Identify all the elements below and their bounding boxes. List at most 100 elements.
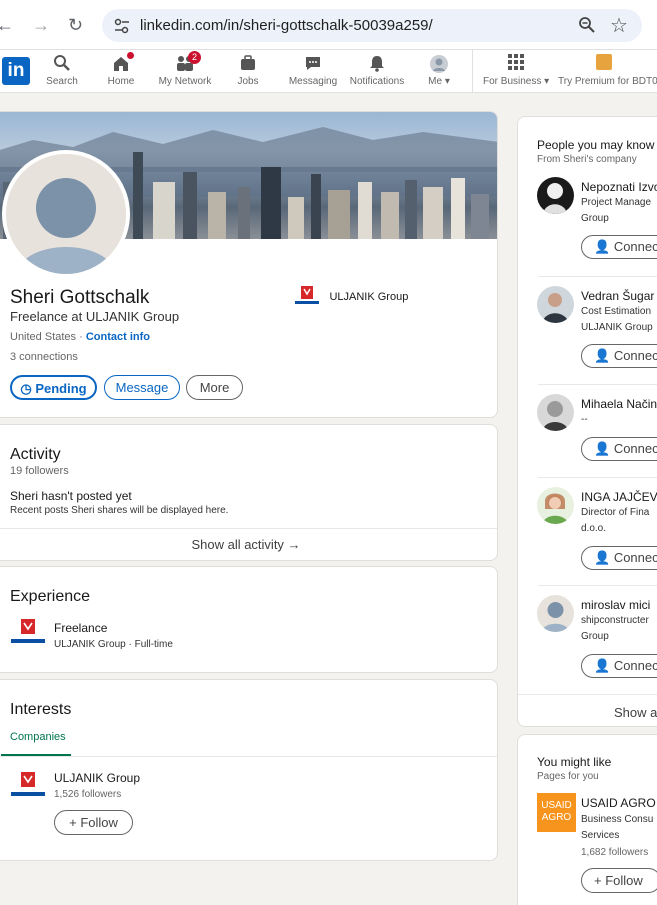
page-description: Business Consu [581,814,654,825]
might-like-subtitle: Pages for you [537,771,599,782]
separator-dot: · [79,331,83,343]
nav-me[interactable]: Me ▾ [426,54,452,87]
page-name[interactable]: USAID AGRO [581,796,657,810]
person-name[interactable]: Nepoznati Izvo [581,180,657,194]
connect-label: Connect [613,348,657,363]
person-headline: Director of Fina [581,507,650,518]
nav-search-label: Search [46,76,78,87]
page-follow-button[interactable]: + Follow [581,868,657,893]
plus-icon: + [594,873,602,888]
person-headline-2: Group [581,631,609,642]
person-name[interactable]: Vedran Šugar [581,289,657,303]
you-might-like-card: You might like Pages for you USAID AGRO … [517,734,657,905]
connect-button[interactable]: 👤 Connect [581,654,657,678]
nav-divider [472,50,473,93]
pending-button[interactable]: ◷ Pending [10,375,97,400]
interests-card: Interests Companies ULJANIK Group 1,526 … [0,679,498,861]
person-name[interactable]: Mihaela Način [581,397,657,411]
divider [538,477,657,478]
divider [0,756,497,757]
nav-my-network[interactable]: 2 My Network [158,51,212,87]
network-count-badge: 2 [188,51,201,64]
person-headline: -- [581,414,588,425]
experience-role[interactable]: Freelance [54,621,107,635]
activity-empty-subtitle: Recent posts Sheri shares will be displa… [10,505,229,516]
activity-card: Activity 19 followers Sheri hasn't poste… [0,424,498,561]
browser-toolbar: ← → ↻ linkedin.com/in/sheri-gottschalk-5… [0,0,657,50]
divider [538,585,657,586]
follow-label: Follow [80,815,118,830]
person-avatar[interactable] [537,595,574,632]
person-avatar[interactable] [537,286,574,323]
nav-notifications-label: Notifications [349,76,405,87]
nav-for-business[interactable]: For Business ▾ [483,54,549,87]
activity-empty-title: Sheri hasn't posted yet [10,489,132,503]
forward-arrow-icon[interactable]: → [32,15,50,35]
back-arrow-icon[interactable]: ← [0,15,14,35]
connect-button[interactable]: 👤 Connect [581,235,657,259]
address-bar[interactable]: linkedin.com/in/sheri-gottschalk-50039a2… [102,9,642,42]
pymk-heading: People you may know [537,138,655,152]
reload-icon[interactable]: ↻ [68,15,83,35]
connect-button[interactable]: 👤 Connect [581,437,657,461]
profile-top-card: Sheri Gottschalk Freelance at ULJANIK Gr… [0,111,498,418]
person-avatar[interactable] [537,177,574,214]
nav-home-label: Home [107,76,135,87]
person-plus-icon: 👤 [594,441,611,456]
interest-company-name[interactable]: ULJANIK Group [54,771,140,785]
person-headline: Cost Estimation [581,306,652,317]
connect-button[interactable]: 👤 Connect [581,546,657,570]
person-avatar[interactable] [537,394,574,431]
divider [0,528,497,529]
caret-down-icon: ▾ [444,76,450,87]
person-avatar[interactable] [537,487,574,524]
nav-messaging-label: Messaging [288,76,338,87]
zoom-icon[interactable] [578,16,596,34]
nav-premium[interactable]: Try Premium for BDT0 [558,54,657,87]
nav-jobs[interactable]: Jobs [236,54,260,87]
contact-info-link[interactable]: Contact info [86,331,150,343]
premium-icon [596,54,612,70]
usaid-agro-logo[interactable]: USAID AGRO [537,793,576,832]
profile-location: United States [10,331,77,343]
current-company-label: ULJANIK Group [329,291,409,304]
page-description-2: Services [581,830,620,841]
nav-search[interactable]: Search [46,54,78,87]
nav-home[interactable]: Home [106,50,136,87]
person-name[interactable]: miroslav mici [581,598,657,612]
grid-icon [508,54,524,70]
current-company[interactable]: ULJANIK Group [295,286,408,306]
show-all-activity-link[interactable]: Show all activity → [0,537,497,552]
profile-avatar[interactable] [2,150,130,278]
connect-button[interactable]: 👤 Connect [581,344,657,368]
url-text[interactable]: linkedin.com/in/sheri-gottschalk-50039a2… [140,17,433,34]
messaging-icon [306,57,320,70]
person-name[interactable]: INGA JAJČEV [581,490,657,504]
pymk-show-all-link[interactable]: Show all [614,705,657,720]
bookmark-star-icon[interactable]: ☆ [610,13,628,38]
connect-label: Connect [613,658,657,673]
connections-count[interactable]: 3 connections [10,351,78,363]
interest-company-followers: 1,526 followers [54,789,122,800]
people-you-may-know-card: People you may know From Sheri's company… [517,116,657,727]
person-headline: Project Manage [581,197,652,208]
search-icon [54,55,70,71]
pymk-subtitle: From Sheri's company [537,154,637,165]
profile-headline: Freelance at ULJANIK Group [10,309,180,324]
jobs-icon [241,55,255,70]
linkedin-logo[interactable]: in [2,57,30,85]
more-button[interactable]: More [186,375,243,400]
tab-companies[interactable]: Companies [10,731,66,743]
nav-messaging[interactable]: Messaging [288,54,338,87]
experience-card: Experience Freelance ULJANIK Group · Ful… [0,566,498,673]
nav-for-business-label: For Business [483,76,542,87]
nav-jobs-label: Jobs [237,76,259,87]
interests-heading: Interests [10,701,72,718]
nav-notifications[interactable]: Notifications [349,54,405,87]
person-headline-2: Group [581,213,609,224]
follow-button[interactable]: + Follow [54,810,133,835]
connect-label: Connect [613,239,657,254]
site-settings-icon[interactable] [113,17,131,35]
might-like-heading: You might like [537,755,612,769]
message-button[interactable]: Message [104,375,180,400]
